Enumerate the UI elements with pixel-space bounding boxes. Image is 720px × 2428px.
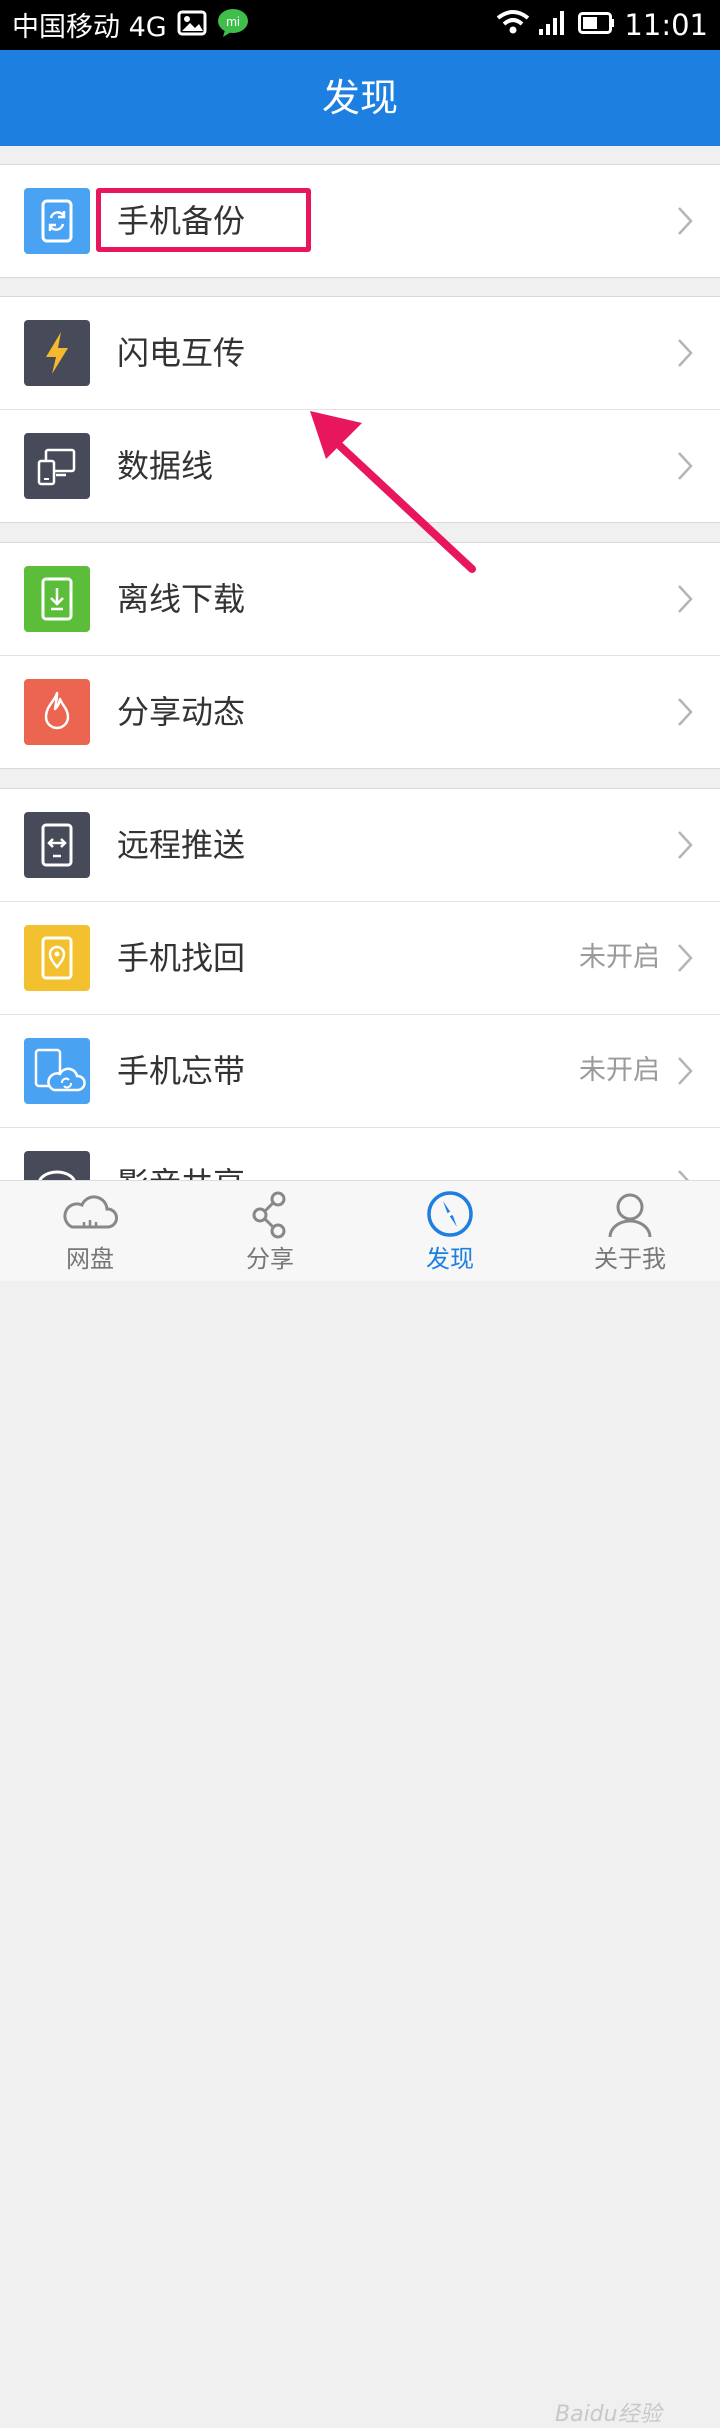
svg-text:mi: mi: [226, 14, 240, 29]
share-icon: [252, 1191, 286, 1239]
menu-item-status: 未开启: [579, 1055, 660, 1086]
image-icon: [177, 10, 207, 45]
discover-list: 手机备份 闪电互传 数据线 离线下载 分享动态 远程推送 手机找回 未开启 手机…: [0, 146, 720, 1180]
menu-item-label: 远程推送: [117, 826, 246, 864]
menu-item-label: 影音共享: [117, 1128, 245, 1180]
status-left: 中国移动 4G mi: [12, 8, 249, 47]
tab-label: 关于我: [594, 1245, 666, 1273]
menu-item-label: 离线下载: [117, 580, 246, 618]
group-separator: [0, 768, 720, 769]
tab-share[interactable]: 分享: [180, 1181, 360, 1281]
tab-discover[interactable]: 发现: [360, 1181, 540, 1281]
chevron-right-icon: [678, 831, 693, 859]
annotation-arrow-icon: [310, 411, 476, 573]
remote-push-icon: [24, 812, 90, 878]
download-icon: [24, 566, 90, 632]
chevron-right-icon: [678, 452, 693, 480]
flame-icon: [24, 679, 90, 745]
menu-item-label: 分享动态: [117, 693, 246, 731]
tab-netdisk[interactable]: 网盘: [0, 1181, 180, 1281]
clock-label: 11:01: [624, 8, 708, 42]
carrier-label: 中国移动 4G: [12, 11, 167, 43]
watermark: Baidu经验: [555, 2402, 662, 2427]
user-icon: [608, 1193, 652, 1238]
tab-about-me[interactable]: 关于我: [540, 1181, 720, 1281]
menu-item-share-feed[interactable]: 分享动态: [0, 656, 720, 768]
phone-sync-icon: [24, 188, 90, 254]
wifi-icon: [496, 8, 530, 42]
signal-icon: [538, 8, 568, 42]
mi-chat-icon: mi: [217, 8, 249, 47]
devices-icon: [24, 433, 90, 499]
bottom-tab-bar: 网盘 分享 发现 关于我 Baidu经验: [0, 1180, 720, 2427]
chevron-right-icon: [678, 1057, 693, 1085]
menu-item-phone-forgot[interactable]: 手机忘带 未开启: [0, 1015, 720, 1127]
tab-label: 发现: [426, 1245, 474, 1273]
highlight-box: [96, 188, 311, 252]
tab-label: 分享: [246, 1245, 294, 1273]
chevron-right-icon: [678, 944, 693, 972]
menu-item-phone-find[interactable]: 手机找回 未开启: [0, 902, 720, 1014]
phone-cloud-icon: [24, 1038, 90, 1104]
group-separator: [0, 277, 720, 278]
menu-item-media-share[interactable]: 影音共享: [0, 1128, 720, 1180]
media-icon: [24, 1151, 90, 1180]
cloud-icon: [63, 1195, 118, 1229]
chevron-right-icon: [678, 339, 693, 367]
chevron-right-icon: [678, 1170, 690, 1180]
battery-icon: [578, 8, 616, 42]
lightning-icon: [24, 320, 90, 386]
menu-item-label: 手机忘带: [117, 1052, 246, 1090]
chevron-right-icon: [678, 698, 693, 726]
menu-item-remote-push[interactable]: 远程推送: [0, 789, 720, 901]
compass-icon: [427, 1191, 473, 1237]
chevron-right-icon: [678, 207, 693, 235]
tab-label: 网盘: [66, 1245, 114, 1273]
status-right: 11:01: [496, 8, 708, 42]
location-pin-icon: [24, 925, 90, 991]
menu-item-flash-transfer[interactable]: 闪电互传: [0, 297, 720, 409]
title-bar: 发现: [0, 50, 720, 146]
status-bar: 中国移动 4G mi 11:01: [0, 0, 720, 50]
chevron-right-icon: [678, 585, 693, 613]
menu-item-label: 手机找回: [117, 939, 246, 977]
menu-item-status: 未开启: [579, 942, 660, 973]
page-title: 发现: [321, 76, 398, 120]
menu-item-label: 闪电互传: [117, 334, 246, 372]
menu-item-label: 数据线: [117, 447, 214, 485]
